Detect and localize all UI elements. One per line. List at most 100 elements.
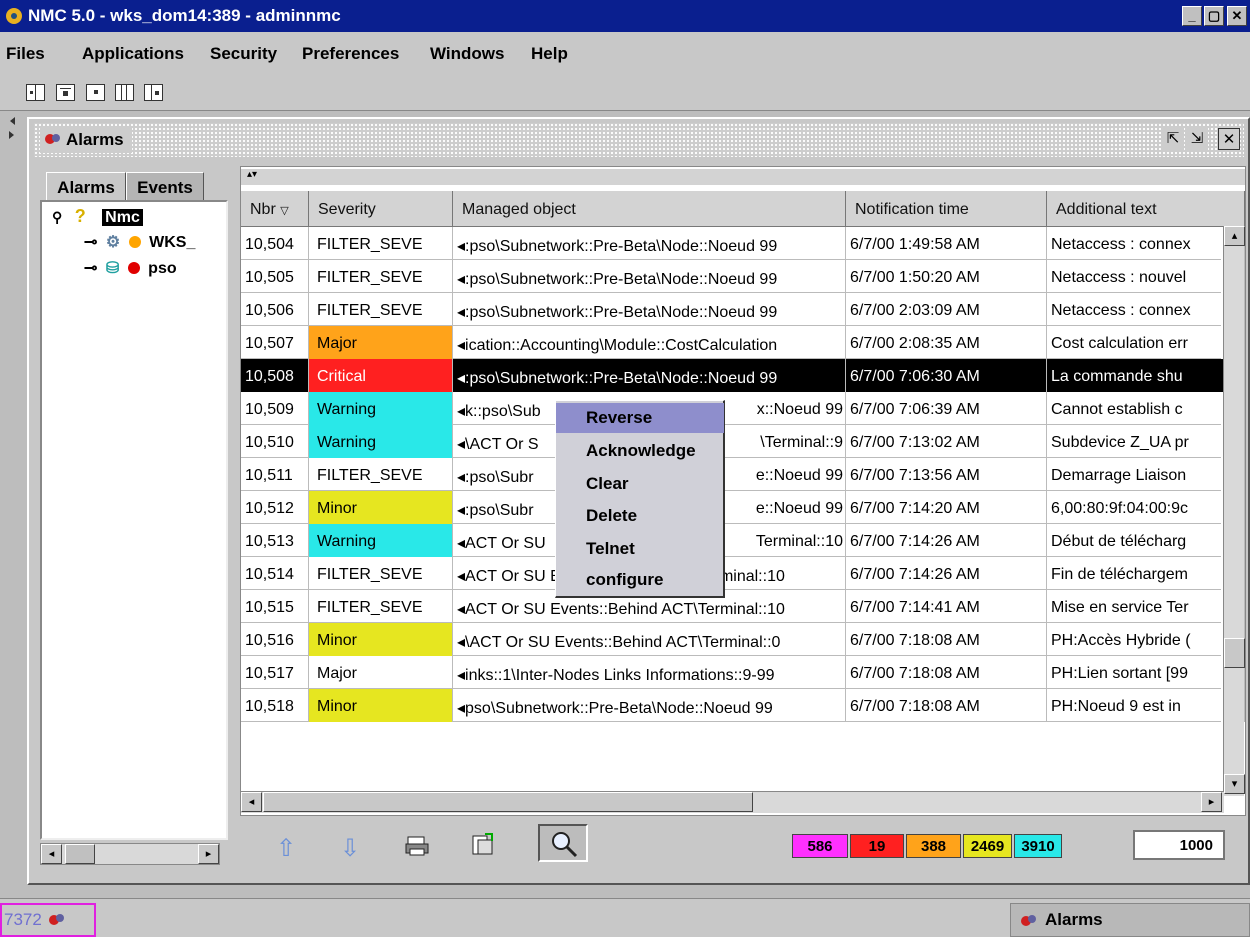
scroll-thumb[interactable] xyxy=(65,844,95,864)
menu-item-telnet[interactable]: Telnet xyxy=(556,534,724,564)
tile-layout-icon[interactable] xyxy=(26,84,45,101)
table-horizontal-scrollbar[interactable]: ◂ ▸ xyxy=(241,791,1224,813)
table-collapse-bar[interactable]: ▴▾ xyxy=(241,169,1245,185)
scroll-thumb[interactable] xyxy=(263,792,753,812)
dock-icon[interactable]: ⇲ xyxy=(1186,128,1208,150)
center-layout-icon[interactable] xyxy=(86,84,105,101)
menu-security[interactable]: Security xyxy=(210,44,277,64)
cell-notification-time: 6/7/00 2:03:09 AM xyxy=(846,293,1047,326)
cell-text-tail: e::Noeud 99 xyxy=(755,500,843,517)
cell-nbr: 10,510 xyxy=(241,425,309,458)
minimize-button[interactable]: _ xyxy=(1182,6,1202,26)
table-row[interactable]: 10,504 FILTER_SEVE ◂:pso\Subnetwork::Pre-B… xyxy=(241,227,1245,260)
cascade-layout-icon[interactable] xyxy=(56,84,75,101)
print-icon[interactable] xyxy=(404,834,430,858)
table-row[interactable]: 10,515 FILTER_SEVE ◂ACT Or SU Events::Behi… xyxy=(241,590,1245,623)
table-row[interactable]: 10,507 Major ◂ication::Accounting\Module::… xyxy=(241,326,1245,359)
menu-item-configure[interactable]: configure xyxy=(556,565,724,595)
scroll-up-icon[interactable]: ▴ xyxy=(1224,226,1245,246)
column-managed-object[interactable]: Managed object xyxy=(453,191,846,227)
menu-applications[interactable]: Applications xyxy=(82,44,184,64)
table-row[interactable]: 10,505 FILTER_SEVE ◂:pso\Subnetwork::Pre-B… xyxy=(241,260,1245,293)
scroll-left-icon[interactable]: ◂ xyxy=(41,844,62,864)
table-row[interactable]: 10,518 Minor ◂pso\Subnetwork::Pre-Beta\Nod… xyxy=(241,689,1245,722)
taskbar-alarms-button[interactable]: Alarms xyxy=(1010,903,1250,937)
table-row[interactable]: 10,508 Critical ◂:pso\Subnetwork::Pre-Beta… xyxy=(241,359,1245,392)
table-row[interactable]: 10,513 Warning ◂ACT Or SU Terminal::10 6/7/0… xyxy=(241,524,1245,557)
table-vertical-scrollbar[interactable]: ▴ ▾ xyxy=(1223,226,1245,796)
cell-notification-time: 6/7/00 7:14:26 AM xyxy=(846,557,1047,590)
collapse-arrows-icon[interactable] xyxy=(8,115,16,143)
network-icon: ⛁ xyxy=(105,260,120,277)
tree-node-pso[interactable]: ⊸ ⛁ pso xyxy=(84,258,177,282)
scroll-down-icon[interactable]: ▾ xyxy=(1224,774,1245,794)
table-row[interactable]: 10,512 Minor ◂:pso\Subr e::Noeud 99 6/7/00 7… xyxy=(241,491,1245,524)
column-nbr[interactable]: Nbr ▽ xyxy=(241,191,309,227)
column-notification-time[interactable]: Notification time xyxy=(846,191,1047,227)
expand-handle-icon[interactable]: ⊸ xyxy=(84,234,97,251)
menu-item-clear[interactable]: Clear xyxy=(556,469,724,499)
tree-node-wks[interactable]: ⊸ ⚙ WKS_ xyxy=(84,232,195,256)
max-rows-field[interactable]: 1000 xyxy=(1133,830,1225,860)
table-row[interactable]: 10,506 FILTER_SEVE ◂:pso\Subnetwork::Pre-B… xyxy=(241,293,1245,326)
close-button[interactable]: ✕ xyxy=(1227,6,1247,26)
splitter[interactable] xyxy=(232,162,240,874)
frame-close-icon[interactable]: ✕ xyxy=(1218,128,1240,150)
expand-handle-icon[interactable]: ⊸ xyxy=(84,260,97,277)
menu-windows[interactable]: Windows xyxy=(430,44,504,64)
scroll-left-icon[interactable]: ◂ xyxy=(241,792,262,812)
toolbar xyxy=(0,70,1250,110)
export-icon[interactable] xyxy=(470,832,496,858)
maximize-button[interactable]: ▢ xyxy=(1204,6,1224,26)
split-layout-icon[interactable] xyxy=(115,84,134,101)
menu-help[interactable]: Help xyxy=(531,44,568,64)
table-row[interactable]: 10,514FILTER_SEVE◂ACT Or SU Events::Behi… xyxy=(241,557,1245,590)
tree-horizontal-scrollbar[interactable]: ◂ ▸ xyxy=(40,843,220,865)
cell-notification-time: 6/7/00 1:50:20 AM xyxy=(846,260,1047,293)
expand-handle-icon[interactable]: ⚲ xyxy=(52,209,62,225)
next-down-arrow-icon[interactable]: ⇩ xyxy=(340,834,360,863)
scroll-right-icon[interactable]: ▸ xyxy=(1201,792,1222,812)
cell-managed-object: ◂:pso\Subnetwork::Pre-Beta\Node::Noeud 9… xyxy=(453,260,846,293)
cell-additional-text: Mise en service Ter xyxy=(1047,590,1245,623)
tree-node-root[interactable]: ⚲ ? Nmc xyxy=(52,206,143,230)
cell-severity: FILTER_SEVE xyxy=(309,557,453,590)
table-row[interactable]: 10,510 Warning ◂\ACT Or S \Terminal::9 6/7/0… xyxy=(241,425,1245,458)
find-button[interactable] xyxy=(538,824,588,862)
cell-nbr: 10,504 xyxy=(241,227,309,260)
column-additional-text[interactable]: Additional text xyxy=(1047,191,1245,227)
severity-counter[interactable]: 2469 xyxy=(963,834,1012,858)
cell-notification-time: 6/7/00 7:13:56 AM xyxy=(846,458,1047,491)
alarm-count-indicator[interactable]: 7372 xyxy=(0,903,96,937)
severity-counter[interactable]: 3910 xyxy=(1014,834,1062,858)
tab-events[interactable]: Events xyxy=(126,172,204,202)
menu-item-acknowledge[interactable]: Acknowledge xyxy=(556,436,724,466)
column-severity[interactable]: Severity xyxy=(309,191,453,227)
cell-managed-object: ◂ication::Accounting\Module::CostCalcula… xyxy=(453,326,846,359)
cell-additional-text: Cost calculation err xyxy=(1047,326,1245,359)
cell-additional-text: Netaccess : nouvel xyxy=(1047,260,1245,293)
severity-counter[interactable]: 388 xyxy=(906,834,961,858)
menu-item-delete[interactable]: Delete xyxy=(556,501,724,531)
table-row[interactable]: 10,516 Minor ◂\ACT Or SU Events::Behind AC… xyxy=(241,623,1245,656)
cell-severity: FILTER_SEVE xyxy=(309,227,453,260)
cell-additional-text: Demarrage Liaison xyxy=(1047,458,1245,491)
menu-item-reverse[interactable]: Reverse xyxy=(556,403,724,433)
scroll-right-icon[interactable]: ▸ xyxy=(198,844,219,864)
scroll-thumb[interactable] xyxy=(1224,638,1245,668)
menu-files[interactable]: Files xyxy=(6,44,45,64)
tab-alarms[interactable]: Alarms xyxy=(46,172,126,202)
severity-counter[interactable]: 586 xyxy=(792,834,848,858)
table-row[interactable]: 10,509 Warning ◂k::pso\Sub x::Noeud 99 6/7/0… xyxy=(241,392,1245,425)
cell-severity: FILTER_SEVE xyxy=(309,590,453,623)
table-row[interactable]: 10,517 Major ◂inks::1\Inter-Nodes Links In… xyxy=(241,656,1245,689)
cell-nbr: 10,505 xyxy=(241,260,309,293)
cell-severity: Warning xyxy=(309,425,453,458)
severity-counter[interactable]: 19 xyxy=(850,834,904,858)
previous-up-arrow-icon[interactable]: ⇧ xyxy=(276,834,296,863)
menu-preferences[interactable]: Preferences xyxy=(302,44,399,64)
cell-nbr: 10,511 xyxy=(241,458,309,491)
side-layout-icon[interactable] xyxy=(144,84,163,101)
table-row[interactable]: 10,511 FILTER_SEVE ◂:pso\Subr e::Noeud 99 6/… xyxy=(241,458,1245,491)
undock-icon[interactable]: ⇱ xyxy=(1162,128,1184,150)
